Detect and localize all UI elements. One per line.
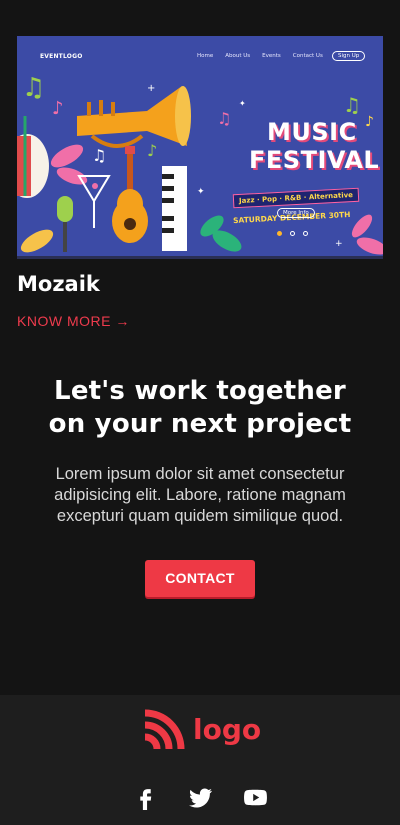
svg-text:♪: ♪ bbox=[147, 141, 157, 160]
thumbnail-nav-home: Home bbox=[197, 53, 214, 59]
svg-text:✦: ✦ bbox=[197, 187, 205, 197]
thumbnail-nav-about: About Us bbox=[225, 53, 251, 59]
cta-section: Let's work together on your next project… bbox=[0, 375, 400, 597]
svg-text:+: + bbox=[147, 83, 155, 94]
carousel-dot bbox=[303, 231, 308, 236]
facebook-icon[interactable] bbox=[133, 785, 158, 810]
svg-text:✦: ✦ bbox=[239, 99, 246, 108]
thumbnail-logo: EVENTLOGO bbox=[40, 53, 83, 60]
carousel-dots bbox=[277, 231, 308, 236]
rss-arc-icon bbox=[144, 709, 185, 749]
svg-text:♫: ♫ bbox=[217, 109, 231, 128]
footer-logo[interactable]: logo bbox=[143, 709, 261, 749]
youtube-icon[interactable] bbox=[243, 785, 268, 810]
portfolio-thumbnail[interactable]: ♫ ♪ ♫ ♪ ♫ ♫ ♪ + ✦ + ✦ EVENTLOGO Home Abo… bbox=[17, 36, 383, 259]
carousel-dot bbox=[290, 231, 295, 236]
know-more-link[interactable]: KNOW MORE → bbox=[17, 313, 130, 329]
svg-text:♫: ♫ bbox=[92, 146, 106, 165]
svg-text:♪: ♪ bbox=[52, 98, 64, 119]
festival-title-line1: MUSIC bbox=[267, 118, 357, 146]
cta-heading-line2: on your next project bbox=[48, 409, 352, 439]
carousel-dot bbox=[277, 231, 282, 236]
thumbnail-nav-links: Home About Us Events Contact Us bbox=[197, 53, 323, 59]
festival-more-info: More Info bbox=[277, 208, 315, 218]
thumbnail-nav: EVENTLOGO Home About Us Events Contact U… bbox=[17, 36, 383, 76]
svg-text:♫: ♫ bbox=[343, 93, 361, 117]
thumbnail-signup: Sign Up bbox=[332, 51, 366, 61]
festival-title: MUSIC FESTIVAL bbox=[249, 118, 379, 174]
twitter-icon[interactable] bbox=[188, 785, 213, 810]
contact-button[interactable]: CONTACT bbox=[145, 560, 255, 597]
cta-heading: Let's work together on your next project bbox=[0, 375, 400, 441]
social-links bbox=[0, 785, 400, 810]
svg-text:+: + bbox=[335, 239, 343, 249]
festival-title-line2: FESTIVAL bbox=[249, 146, 380, 174]
cta-body: Lorem ipsum dolor sit amet consectetur a… bbox=[54, 465, 346, 525]
cta-heading-line1: Let's work together bbox=[54, 376, 346, 406]
thumbnail-nav-events: Events bbox=[262, 53, 281, 59]
svg-text:♫: ♫ bbox=[22, 73, 45, 103]
footer-logo-text: logo bbox=[193, 712, 262, 746]
footer: logo bbox=[0, 695, 400, 825]
thumbnail-nav-contact: Contact Us bbox=[292, 53, 323, 59]
portfolio-title: Mozaik bbox=[17, 272, 100, 296]
